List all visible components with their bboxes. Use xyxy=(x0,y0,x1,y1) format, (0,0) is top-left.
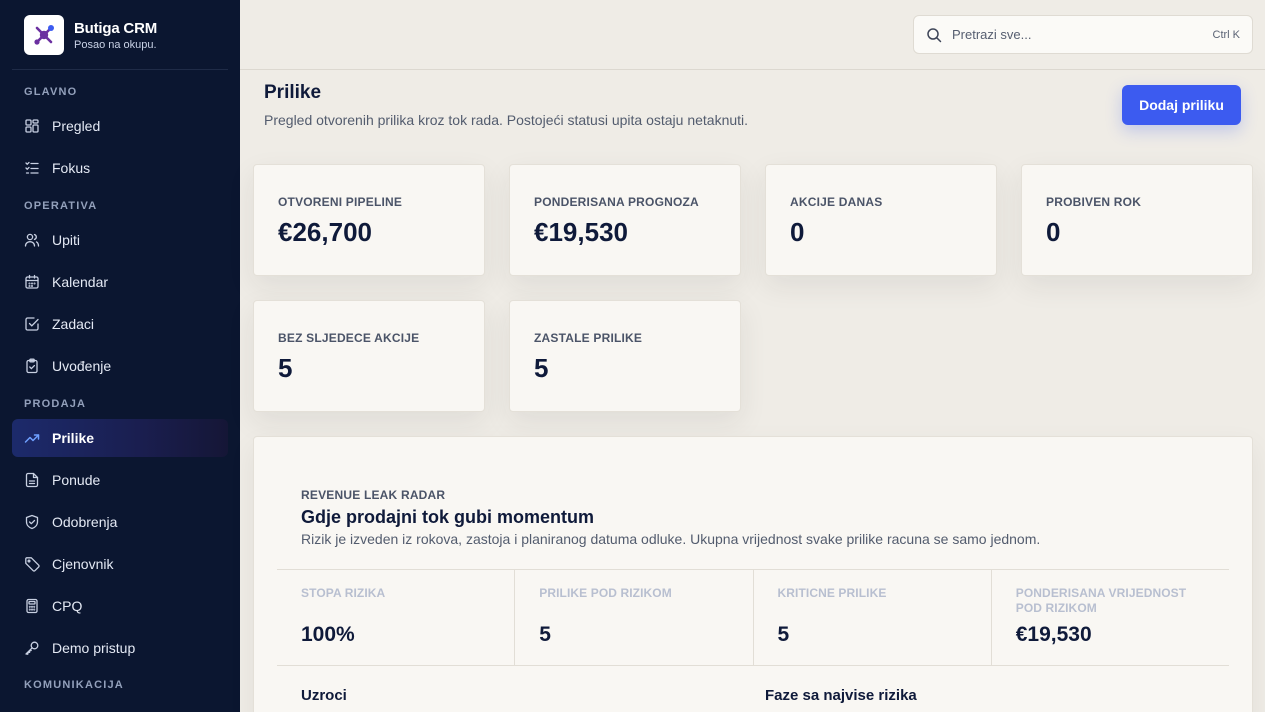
sidebar-item-label: Fokus xyxy=(52,160,91,176)
sidebar-item-label: Pregled xyxy=(52,118,101,134)
stat-card-open-pipeline[interactable]: OTVORENI PIPELINE €26,700 xyxy=(253,164,485,276)
list-check-icon xyxy=(24,160,40,176)
sidebar-item-pregled[interactable]: Pregled xyxy=(12,107,228,145)
sidebar-item-label: CPQ xyxy=(52,598,83,614)
search-input[interactable] xyxy=(952,27,1213,42)
risk-metric-weighted-value: PONDERISANA VRIJEDNOST POD RIZIKOM €19,5… xyxy=(992,570,1229,665)
stat-label: AKCIJE DANAS xyxy=(790,195,883,209)
checkbox-icon xyxy=(24,316,40,332)
metric-label: PRILIKE POD RIZIKOM xyxy=(539,586,672,600)
section-label-komunikacija: KOMUNIKACIJA xyxy=(24,679,124,691)
sidebar-item-odobrenja[interactable]: Odobrenja xyxy=(12,503,228,541)
sidebar-item-demo-pristup[interactable]: Demo pristup xyxy=(12,629,228,667)
sidebar-item-ponude[interactable]: Ponude xyxy=(12,461,228,499)
metric-value: 100% xyxy=(301,623,355,646)
causes-heading: Uzroci xyxy=(301,687,347,704)
sidebar-item-zadaci[interactable]: Zadaci xyxy=(12,305,228,343)
clipboard-icon xyxy=(24,358,40,374)
stat-value: €19,530 xyxy=(534,217,628,247)
calculator-icon xyxy=(24,598,40,614)
stat-label: PROBIVEN ROK xyxy=(1046,195,1142,209)
sidebar-item-cjenovnik[interactable]: Cjenovnik xyxy=(12,545,228,583)
sidebar-item-label: Odobrenja xyxy=(52,514,118,530)
stat-card-actions-today[interactable]: AKCIJE DANAS 0 xyxy=(765,164,997,276)
stat-value: €26,700 xyxy=(278,217,372,247)
search-shortcut-hint: Ctrl K xyxy=(1212,28,1241,41)
divider xyxy=(12,69,228,70)
stat-card-weighted-forecast[interactable]: PONDERISANA PROGNOZA €19,530 xyxy=(509,164,741,276)
sidebar-item-label: Cjenovnik xyxy=(52,556,114,572)
metric-value: €19,530 xyxy=(1015,623,1092,646)
topbar-divider xyxy=(240,69,1265,70)
brand-tagline: Posao na okupu. xyxy=(74,38,157,51)
trending-up-icon xyxy=(24,430,40,446)
metric-label: KRITICNE PRILIKE xyxy=(777,586,887,600)
panel-description: Rizik je izveden iz rokova, zastoja i pl… xyxy=(301,531,1041,547)
search-icon xyxy=(926,27,942,43)
metric-label: STOPA RIZIKA xyxy=(301,586,386,600)
sidebar-item-upiti[interactable]: Upiti xyxy=(12,221,228,259)
stat-value: 5 xyxy=(278,353,293,383)
stat-label: BEZ SLJEDECE AKCIJE xyxy=(278,331,420,345)
revenue-leak-radar-panel: REVENUE LEAK RADAR Gdje prodajni tok gub… xyxy=(253,436,1253,712)
metric-label: PONDERISANA VRIJEDNOST POD RIZIKOM xyxy=(1015,586,1187,615)
sidebar-item-fokus[interactable]: Fokus xyxy=(12,149,228,187)
risk-metric-critical: KRITICNE PRILIKE 5 xyxy=(754,570,992,665)
document-icon xyxy=(24,472,40,488)
stat-value: 0 xyxy=(1046,217,1061,247)
sidebar-item-label: Ponude xyxy=(52,472,101,488)
users-icon xyxy=(24,232,40,248)
brand[interactable]: Butiga CRM Posao na okupu. xyxy=(24,15,157,55)
metric-value: 5 xyxy=(539,623,551,646)
section-label-prodaja: PRODAJA xyxy=(24,398,87,410)
sidebar-item-prilike[interactable]: Prilike xyxy=(12,419,228,457)
stat-value: 5 xyxy=(534,353,549,383)
key-icon xyxy=(24,640,40,656)
sidebar-item-kalendar[interactable]: Kalendar xyxy=(12,263,228,301)
calendar-icon xyxy=(24,274,40,290)
section-label-operativa: OPERATIVA xyxy=(24,200,98,212)
stat-label: PONDERISANA PROGNOZA xyxy=(534,195,699,209)
risk-metrics-row: STOPA RIZIKA 100% PRILIKE POD RIZIKOM 5 … xyxy=(277,569,1229,666)
sidebar-item-label: Prilike xyxy=(52,430,95,446)
sidebar-item-label: Zadaci xyxy=(52,316,95,332)
stat-label: ZASTALE PRILIKE xyxy=(534,331,643,345)
shield-check-icon xyxy=(24,514,40,530)
sidebar-item-label: Kalendar xyxy=(52,274,109,290)
sidebar-item-label: Upiti xyxy=(52,232,81,248)
metric-value: 5 xyxy=(777,623,790,646)
global-search[interactable]: Ctrl K xyxy=(913,15,1253,54)
sidebar: Butiga CRM Posao na okupu. GLAVNO Pregle… xyxy=(0,0,240,712)
stat-card-no-next-action[interactable]: BEZ SLJEDECE AKCIJE 5 xyxy=(253,300,485,412)
grid-icon xyxy=(24,118,40,134)
risk-metric-at-risk: PRILIKE POD RIZIKOM 5 xyxy=(515,570,754,665)
brand-logo-icon xyxy=(24,15,64,55)
page-title: Prilike xyxy=(264,82,322,103)
risky-stages-heading: Faze sa najvise rizika xyxy=(765,687,917,704)
stat-card-stalled-opportunities[interactable]: ZASTALE PRILIKE 5 xyxy=(509,300,741,412)
stat-value: 0 xyxy=(790,217,805,247)
tag-icon xyxy=(24,556,40,572)
stat-card-overdue[interactable]: PROBIVEN ROK 0 xyxy=(1021,164,1253,276)
sidebar-item-label: Uvođenje xyxy=(52,358,112,374)
sidebar-item-label: Demo pristup xyxy=(52,640,136,656)
sidebar-item-uvodenje[interactable]: Uvođenje xyxy=(12,347,228,385)
add-opportunity-button[interactable]: Dodaj priliku xyxy=(1122,85,1241,125)
section-label-glavno: GLAVNO xyxy=(24,86,78,98)
page-subtitle: Pregled otvorenih prilika kroz tok rada.… xyxy=(264,112,749,128)
panel-eyebrow: REVENUE LEAK RADAR xyxy=(301,488,446,502)
brand-name: Butiga CRM xyxy=(74,19,157,37)
panel-title: Gdje prodajni tok gubi momentum xyxy=(301,507,595,527)
risk-metric-rate: STOPA RIZIKA 100% xyxy=(277,570,516,665)
stat-label: OTVORENI PIPELINE xyxy=(278,195,403,209)
sidebar-item-cpq[interactable]: CPQ xyxy=(12,587,228,625)
